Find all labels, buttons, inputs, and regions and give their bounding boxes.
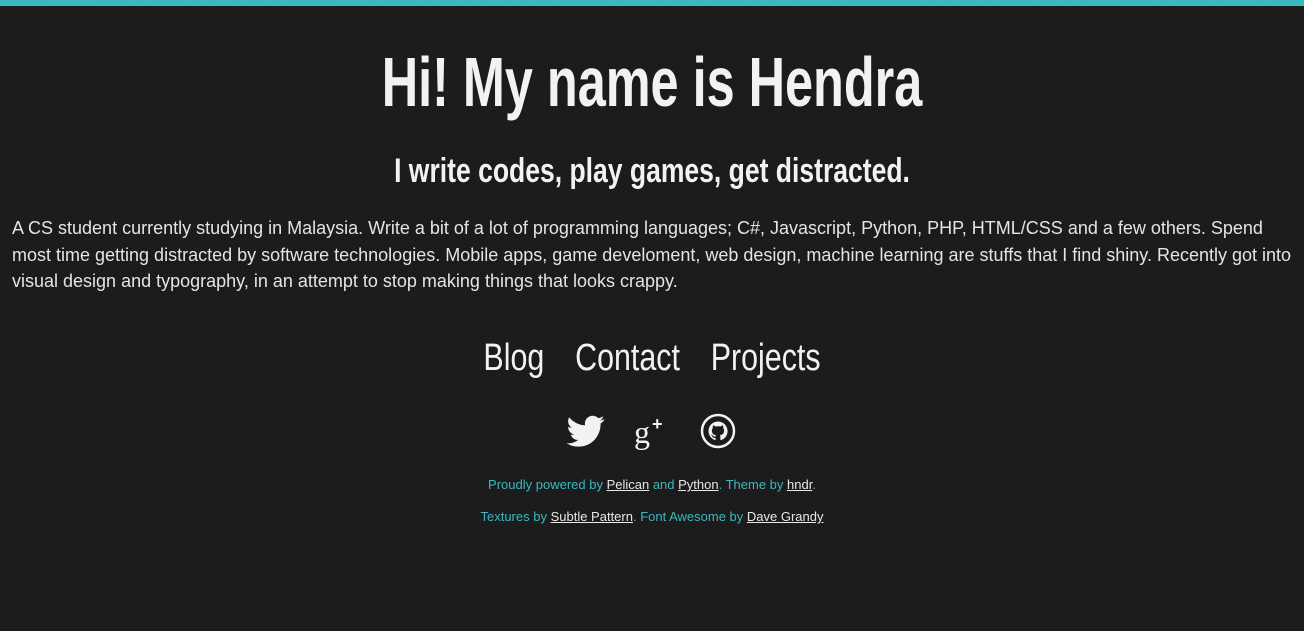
nav-link-blog[interactable]: Blog	[483, 337, 544, 379]
page-title: Hi! My name is Hendra	[381, 43, 923, 121]
github-icon[interactable]	[699, 412, 737, 450]
footer-theme-by-text: . Theme by	[718, 477, 788, 492]
social-links: g +	[0, 412, 1304, 450]
main-nav: Blog Contact Projects	[130, 334, 1173, 382]
footer-and-text: and	[649, 477, 679, 492]
top-accent-bar	[0, 0, 1304, 6]
svg-text:+: +	[652, 414, 663, 434]
footer-powered-by-text: Proudly powered by	[488, 477, 607, 492]
svg-text:g: g	[634, 414, 650, 450]
bio-text: A CS student currently studying in Malay…	[12, 218, 1292, 291]
nav-link-contact[interactable]: Contact	[575, 337, 680, 379]
footer-font-awesome-by-text: . Font Awesome by	[632, 509, 747, 524]
dave-grandy-link[interactable]: Dave Grandy	[747, 509, 824, 524]
footer-end-text: .	[812, 477, 816, 492]
nav-link-projects[interactable]: Projects	[711, 337, 821, 379]
footer-attributions: Textures by Subtle Pattern. Font Awesome…	[0, 509, 1304, 525]
footer-textures-by-text: Textures by	[480, 509, 551, 524]
tagline: I write codes, play games, get distracte…	[394, 152, 910, 190]
google-plus-icon[interactable]: g +	[633, 412, 671, 450]
python-link[interactable]: Python	[678, 477, 718, 492]
footer-credits: Proudly powered by Pelican and Python. T…	[0, 477, 1304, 493]
hndr-link[interactable]: hndr	[787, 477, 812, 492]
pelican-link[interactable]: Pelican	[607, 477, 650, 492]
twitter-icon[interactable]	[566, 412, 605, 450]
subtle-pattern-link[interactable]: Subtle Pattern	[551, 509, 633, 524]
